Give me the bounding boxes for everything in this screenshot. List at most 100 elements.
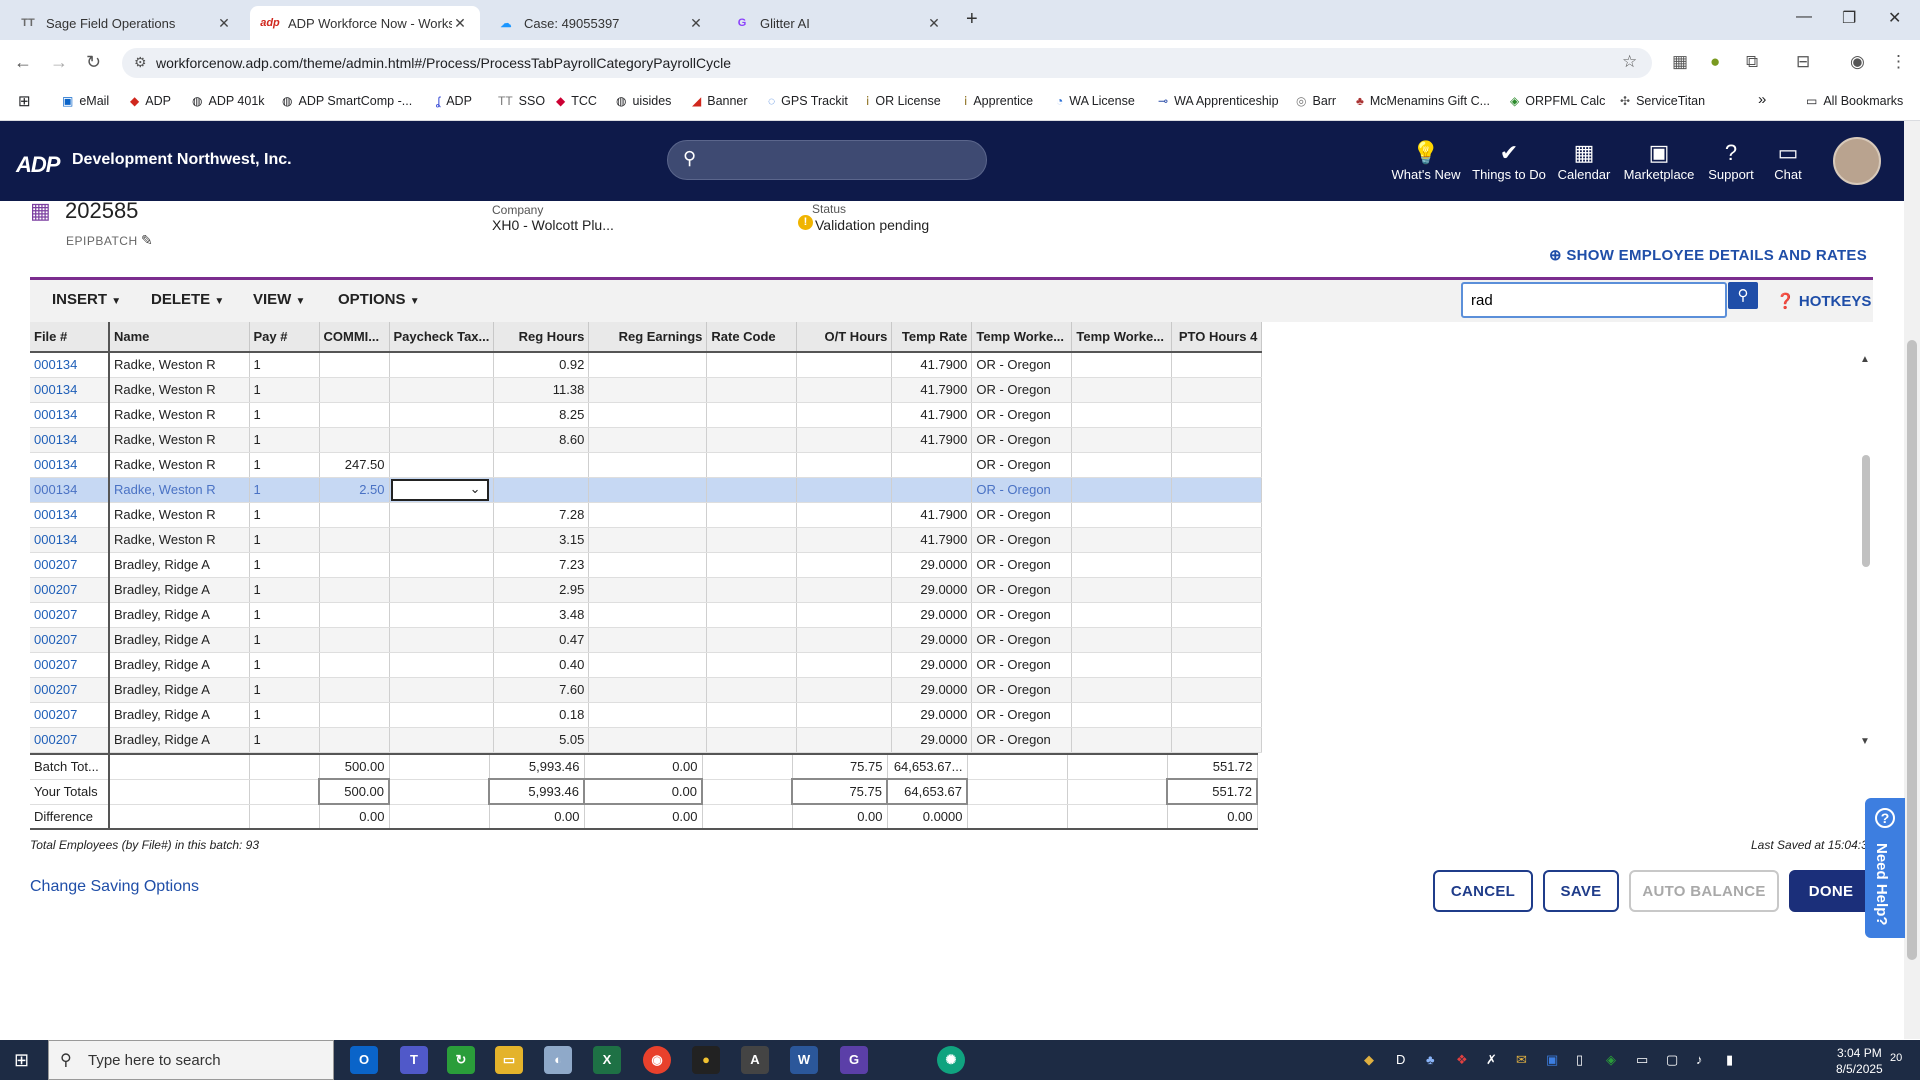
grid-cell[interactable]: 1 — [249, 577, 320, 603]
grid-cell[interactable]: 3.15 — [493, 527, 590, 553]
grid-cell[interactable] — [1171, 652, 1263, 678]
grid-cell[interactable] — [706, 377, 798, 403]
grid-cell[interactable] — [588, 702, 708, 728]
grid-cell[interactable] — [796, 527, 893, 553]
grid-cell[interactable] — [706, 402, 798, 428]
grid-cell[interactable]: 000207 — [30, 702, 110, 728]
column-header[interactable]: Rate Code — [706, 322, 798, 353]
grid-cell[interactable]: 41.7900 — [891, 377, 973, 403]
url-text[interactable]: workforcenow.adp.com/theme/admin.html#/P… — [156, 55, 731, 71]
app-icon[interactable]: ↻ — [447, 1046, 475, 1074]
grid-cell[interactable] — [796, 727, 893, 753]
grid-cell[interactable] — [319, 602, 390, 628]
grid-cell[interactable] — [1071, 477, 1173, 503]
bookmark-uisides[interactable]: ◍ uisides — [616, 94, 671, 108]
grid-cell[interactable] — [796, 502, 893, 528]
outlook-tray-icon[interactable]: ▣ — [1546, 1052, 1558, 1068]
grid-cell[interactable]: 000207 — [30, 727, 110, 753]
more-bookmarks-icon[interactable]: » — [1758, 91, 1766, 108]
grid-cell[interactable] — [706, 702, 798, 728]
close-window-icon[interactable]: ✕ — [1888, 8, 1901, 28]
grid-cell[interactable]: 000134 — [30, 352, 110, 378]
site-info-icon[interactable]: ⚙ — [134, 54, 147, 71]
grid-cell[interactable]: 1 — [249, 527, 320, 553]
bookmark-gps-trackit[interactable]: ◌ GPS Trackit — [768, 94, 848, 108]
grid-cell[interactable]: OR - Oregon — [971, 577, 1073, 603]
grid-cell[interactable] — [796, 352, 893, 378]
grid-cell[interactable] — [588, 477, 708, 503]
grid-cell[interactable] — [588, 352, 708, 378]
grid-cell[interactable] — [389, 427, 495, 453]
tab-adp-workforce-now[interactable]: adp ADP Workforce Now - Workshe ✕ — [250, 6, 480, 40]
totals-cell[interactable]: 0.00 — [583, 778, 703, 805]
grid-cell[interactable] — [319, 552, 390, 578]
table-row[interactable]: 000207 Bradley, Ridge A 1 0.40 29.0000 OR - O… — [30, 652, 1263, 678]
grid-cell[interactable]: 8.60 — [493, 427, 590, 453]
close-tab-icon[interactable]: ✕ — [688, 15, 704, 32]
nav-whats-new[interactable]: 💡 What's New — [1390, 139, 1462, 182]
tab-case[interactable]: ☁ Case: 49055397 ✕ — [486, 6, 716, 40]
grid-cell[interactable] — [1171, 402, 1263, 428]
grid-cell[interactable] — [1071, 452, 1173, 478]
grid-cell[interactable]: OR - Oregon — [971, 427, 1073, 453]
grid-cell[interactable]: OR - Oregon — [971, 402, 1073, 428]
grid-cell[interactable]: 11.38 — [493, 377, 590, 403]
network-icon[interactable]: ▢ — [1666, 1052, 1678, 1068]
table-row[interactable]: 000207 Bradley, Ridge A 1 7.60 29.0000 OR - O… — [30, 677, 1263, 703]
grid-cell[interactable] — [1071, 602, 1173, 628]
grid-cell[interactable] — [706, 477, 798, 503]
grid-cell[interactable] — [796, 477, 893, 503]
grid-cell[interactable] — [706, 602, 798, 628]
done-button[interactable]: DONE — [1789, 870, 1873, 912]
grid-cell[interactable]: Bradley, Ridge A — [109, 702, 250, 728]
grid-cell[interactable] — [1071, 577, 1173, 603]
bookmark-sso[interactable]: TT SSO — [498, 94, 545, 108]
table-row[interactable]: 000134 Radke, Weston R 1 8.60 41.7900 OR - Or… — [30, 427, 1263, 453]
grid-cell[interactable]: 1 — [249, 402, 320, 428]
bookmark-adp-401k[interactable]: ◍ ADP 401k — [192, 94, 265, 108]
tray-icon[interactable]: ◈ — [1606, 1052, 1616, 1068]
grid-cell[interactable] — [796, 377, 893, 403]
grid-cell[interactable]: 41.7900 — [891, 402, 973, 428]
bookmark-star-icon[interactable]: ☆ — [1622, 52, 1637, 72]
nav-marketplace[interactable]: ▣ Marketplace — [1622, 139, 1696, 182]
grid-cell[interactable] — [1171, 702, 1263, 728]
grid-cell[interactable]: 0.18 — [493, 702, 590, 728]
notification-count[interactable]: 20 — [1890, 1052, 1902, 1064]
adp-logo[interactable]: ADP — [16, 152, 60, 178]
grid-cell[interactable]: 7.23 — [493, 552, 590, 578]
grid-cell[interactable] — [706, 352, 798, 378]
insert-menu[interactable]: INSERT ▼ — [52, 291, 121, 308]
grid-cell[interactable] — [1171, 502, 1263, 528]
grid-cell[interactable]: 29.0000 — [891, 677, 973, 703]
grid-cell[interactable]: 000207 — [30, 577, 110, 603]
grid-cell[interactable]: 000207 — [30, 652, 110, 678]
grid-cell[interactable] — [1171, 577, 1263, 603]
grid-cell[interactable] — [796, 677, 893, 703]
grid-cell[interactable]: 000207 — [30, 602, 110, 628]
column-header[interactable]: Paycheck Tax... — [389, 322, 495, 353]
teams-icon[interactable]: T — [400, 1046, 428, 1074]
tray-icon[interactable]: ✗ — [1486, 1052, 1497, 1068]
grid-cell[interactable]: 41.7900 — [891, 427, 973, 453]
show-employee-details-link[interactable]: ⊕ SHOW EMPLOYEE DETAILS AND RATES — [1549, 246, 1867, 264]
totals-cell[interactable]: 551.72 — [1166, 778, 1258, 805]
grid-cell[interactable] — [706, 652, 798, 678]
grid-cell[interactable] — [1071, 502, 1173, 528]
grid-cell[interactable]: 000134 — [30, 477, 110, 503]
close-tab-icon[interactable]: ✕ — [216, 15, 232, 32]
close-tab-icon[interactable]: ✕ — [926, 15, 942, 32]
grid-cell[interactable]: 1 — [249, 602, 320, 628]
tray-icon[interactable]: ❖ — [1456, 1052, 1468, 1068]
grid-cell[interactable]: 41.7900 — [891, 527, 973, 553]
search-icon[interactable]: ⚲ — [683, 148, 696, 169]
grid-scroll-up-icon[interactable]: ▲ — [1860, 354, 1870, 365]
grid-cell[interactable]: 000134 — [30, 452, 110, 478]
grid-cell[interactable]: 1 — [249, 452, 320, 478]
table-row[interactable]: 000207 Bradley, Ridge A 1 2.95 29.0000 OR - O… — [30, 577, 1263, 603]
table-row[interactable]: 000134 Radke, Weston R 1 3.15 41.7900 OR - Or… — [30, 527, 1263, 553]
grid-cell[interactable] — [1171, 352, 1263, 378]
grid-cell[interactable]: 0.40 — [493, 652, 590, 678]
grid-cell[interactable] — [1171, 552, 1263, 578]
grid-cell[interactable]: 000207 — [30, 627, 110, 653]
